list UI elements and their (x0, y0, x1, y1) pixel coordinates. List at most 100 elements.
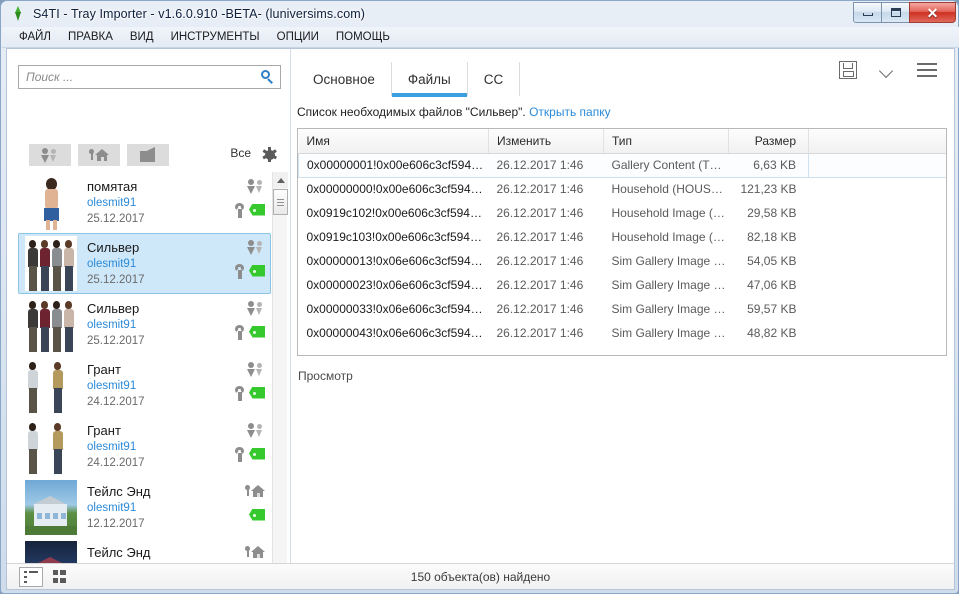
chevron-up-icon (276, 177, 285, 183)
tray-item[interactable]: Сильвер olesmit91 25.12.2017 (18, 233, 271, 294)
tray-item[interactable]: Сильвер olesmit91 25.12.2017 (18, 294, 271, 355)
tray-item-status-icons (233, 202, 266, 218)
save-button[interactable] (839, 61, 857, 79)
tray-item-info: Сильвер olesmit91 25.12.2017 (87, 301, 234, 349)
cell-size: 54,05 KB (747, 254, 797, 268)
sims-icon (246, 239, 266, 255)
file-table-head: Имя Изменить Тип Размер (298, 129, 946, 154)
status-bar: 150 объекта(ов) найдено (7, 563, 954, 589)
table-row[interactable]: 0x00000023!0x06e606c3cf5945cb 26.12.2017 … (299, 273, 947, 297)
search-input[interactable] (19, 67, 258, 87)
tray-item[interactable]: помятая olesmit91 25.12.2017 (18, 172, 271, 233)
tab-files[interactable]: Файлы (391, 62, 468, 97)
close-button[interactable]: ✕ (909, 2, 956, 23)
tab-main[interactable]: Основное (297, 62, 392, 96)
sims-icon (246, 178, 266, 194)
table-row[interactable]: 0x00000033!0x06e606c3cf5945ce 26.12.2017 … (299, 297, 947, 321)
house-icon (244, 484, 266, 499)
menu-edit[interactable]: ПРАВКА (60, 29, 121, 45)
menu-bar: ФАЙЛ ПРАВКА ВИД ИНСТРУМЕНТЫ ОПЦИИ ПОМОЩЬ (2, 27, 959, 48)
tray-item-author[interactable]: olesmit91 (87, 500, 234, 516)
tray-item[interactable]: Грант olesmit91 24.12.2017 (18, 355, 271, 416)
file-table-container[interactable]: Имя Изменить Тип Размер 0x00000001!0x00e606… (297, 128, 947, 356)
tray-item-status-icons (249, 508, 266, 523)
tag-icon (249, 325, 266, 340)
table-row[interactable]: 0x0919c103!0x00e606c3cf5945c3 26.12.2017 … (299, 225, 947, 249)
scroll-up-button[interactable] (273, 172, 288, 188)
tray-item-info: Грант olesmit91 24.12.2017 (87, 423, 234, 471)
dropdown-button[interactable] (878, 63, 895, 79)
menu-button[interactable] (917, 63, 937, 77)
tray-item-date: 24.12.2017 (87, 456, 145, 469)
tray-item-status-icons (233, 446, 266, 462)
search-icon[interactable] (258, 67, 280, 87)
table-row[interactable]: 0x00000000!0x00e606c3cf5945c3 26.12.2017 … (299, 177, 947, 201)
item-thumbnail (25, 480, 77, 535)
tab-cc[interactable]: CC (468, 62, 521, 96)
table-row[interactable]: 0x00000013!0x06e606c3cf5945c4 26.12.2017 … (299, 249, 947, 273)
table-row[interactable]: 0x00000043!0x06e606c3cf5945d3 26.12.2017 … (299, 321, 947, 345)
tray-item-info: Сильвер olesmit91 25.12.2017 (87, 240, 234, 288)
cell-mod: 26.12.2017 1:46 (496, 206, 584, 220)
menu-help[interactable]: ПОМОЩЬ (328, 29, 398, 45)
tray-item-badges (234, 360, 266, 412)
tray-item-author[interactable]: olesmit91 (87, 256, 234, 272)
tag-icon (249, 386, 266, 401)
menu-view[interactable]: ВИД (122, 29, 162, 45)
scrollbar-thumb[interactable] (273, 189, 288, 215)
menu-file[interactable]: ФАЙЛ (11, 29, 59, 45)
tray-item-badges (234, 299, 266, 351)
client-area: Все помятаяolesmit9125.12.2017Сильверole… (6, 48, 955, 590)
cell-size: 59,57 KB (747, 302, 797, 316)
column-header-1[interactable]: Изменить (488, 129, 604, 154)
maximize-icon (890, 8, 901, 17)
cell-mod: 26.12.2017 1:46 (496, 302, 584, 316)
tray-item-author[interactable]: olesmit91 (87, 195, 234, 211)
sidebar-scrollbar[interactable] (272, 172, 288, 589)
tray-item-name: Тейлс Энд (87, 483, 151, 499)
main-panel: Основное Файлы CC Список необходимых файло… (292, 49, 954, 564)
tray-item[interactable]: Тейлс Эндolesmit9112.12.2017 (18, 477, 271, 538)
filter-lots-button[interactable] (78, 144, 120, 166)
table-row[interactable]: 0x00000001!0x00e606c3cf5945c3 26.12.2017 … (298, 152, 946, 178)
cell-mod: 26.12.2017 1:46 (488, 152, 604, 178)
tray-item-name: Сильвер (87, 239, 140, 255)
column-header-2[interactable]: Тип (603, 129, 729, 154)
column-header-0[interactable]: Имя (298, 129, 489, 154)
filter-sims-button[interactable] (29, 144, 71, 166)
maximize-button[interactable] (881, 2, 910, 23)
tab-bar: Основное Файлы CC (292, 49, 954, 97)
cell-type: Household Image (H... (611, 230, 729, 244)
item-thumbnail (25, 175, 77, 230)
tray-item-list[interactable]: помятая olesmit91 25.12.2017 Сильвер olesmit… (18, 172, 271, 589)
table-row[interactable]: 0x0919c102!0x00e606c3cf5945c3 26.12.2017 … (299, 201, 947, 225)
minimize-button[interactable] (853, 2, 882, 23)
tray-item-name: Тейлс Энд (87, 544, 151, 560)
sidebar: Все помятаяolesmit9125.12.2017Сильверole… (7, 49, 291, 589)
wrench-icon (233, 324, 246, 340)
menu-tools[interactable]: ИНСТРУМЕНТЫ (163, 29, 268, 45)
tray-item-author[interactable]: olesmit91 (87, 378, 234, 394)
tray-item-date: 24.12.2017 (87, 395, 145, 408)
column-header-3[interactable]: Размер (728, 129, 809, 154)
sims-icon (246, 300, 266, 316)
cell-filler (809, 297, 947, 321)
cell-mod: 26.12.2017 1:46 (496, 182, 584, 197)
wrench-icon (233, 263, 246, 279)
tray-item[interactable]: Грант olesmit91 24.12.2017 (18, 416, 271, 477)
tray-item-status-icons (233, 385, 266, 401)
title-bar: S4TI - Tray Importer - v1.6.0.910 -BETA-… (1, 1, 959, 27)
sims-icon (246, 422, 266, 438)
wrench-icon (233, 202, 246, 218)
gear-icon[interactable] (262, 147, 277, 162)
menu-options[interactable]: ОПЦИИ (269, 29, 327, 45)
cell-type: Sim Gallery Image (S... (611, 326, 729, 340)
tray-item-author[interactable]: olesmit91 (87, 317, 234, 333)
filter-rooms-button[interactable] (127, 144, 169, 166)
cell-size: 29,58 KB (747, 206, 797, 220)
cell-name: 0x0919c102!0x00e606c3cf5945c3 (306, 206, 489, 220)
tray-item-name: Грант (87, 361, 121, 377)
tray-item-author[interactable]: olesmit91 (87, 439, 234, 455)
tray-item-badges (234, 482, 266, 534)
open-folder-link[interactable]: Открыть папку (529, 105, 611, 119)
